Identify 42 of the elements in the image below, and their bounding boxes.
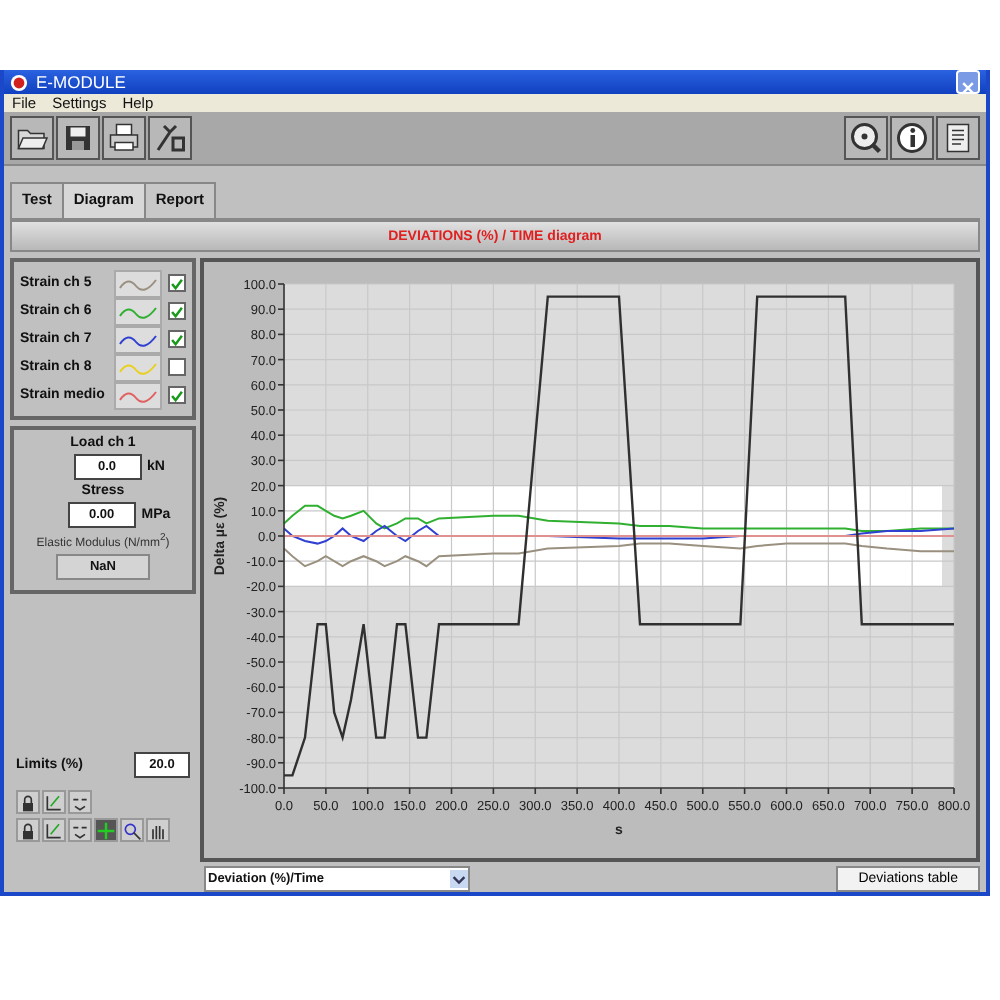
caret-icon bbox=[450, 870, 468, 888]
checkbox[interactable] bbox=[168, 302, 186, 320]
format-button[interactable] bbox=[68, 790, 92, 814]
app-icon bbox=[10, 73, 28, 91]
checkbox[interactable] bbox=[168, 274, 186, 292]
close-button[interactable] bbox=[956, 70, 980, 94]
lock-button[interactable] bbox=[16, 790, 40, 814]
checkbox[interactable] bbox=[168, 330, 186, 348]
axis-scale-button[interactable] bbox=[42, 790, 66, 814]
check-icon bbox=[170, 387, 184, 403]
axis-scale-icon bbox=[44, 819, 64, 841]
line-swatch bbox=[114, 325, 162, 353]
folder-button[interactable] bbox=[10, 116, 54, 160]
help-button[interactable] bbox=[844, 116, 888, 160]
format-button[interactable] bbox=[68, 818, 92, 842]
save-button[interactable] bbox=[56, 116, 100, 160]
line-swatch bbox=[114, 269, 162, 297]
document-button[interactable] bbox=[936, 116, 980, 160]
tools-icon bbox=[152, 120, 188, 156]
window-title: E-MODULE bbox=[36, 72, 128, 92]
line-swatch bbox=[114, 381, 162, 409]
help-icon bbox=[848, 120, 884, 156]
info-button[interactable] bbox=[890, 116, 934, 160]
crosshair-icon bbox=[96, 819, 116, 841]
printer-icon bbox=[106, 120, 142, 156]
close-icon bbox=[960, 80, 976, 96]
axis-scale-button[interactable] bbox=[42, 818, 66, 842]
checkbox[interactable] bbox=[168, 386, 186, 404]
lock-icon bbox=[18, 791, 38, 813]
line-swatch bbox=[114, 297, 162, 325]
save-icon bbox=[60, 120, 96, 156]
lock-icon bbox=[18, 819, 38, 841]
line-swatch bbox=[114, 353, 162, 381]
checkbox[interactable] bbox=[168, 358, 186, 376]
printer-button[interactable] bbox=[102, 116, 146, 160]
tools-button[interactable] bbox=[148, 116, 192, 160]
zoom-button[interactable] bbox=[120, 818, 144, 842]
crosshair-button[interactable] bbox=[94, 818, 118, 842]
zoom-icon bbox=[122, 819, 142, 841]
info-icon bbox=[894, 120, 930, 156]
axis-scale-icon bbox=[44, 791, 64, 813]
lock-button[interactable] bbox=[16, 818, 40, 842]
